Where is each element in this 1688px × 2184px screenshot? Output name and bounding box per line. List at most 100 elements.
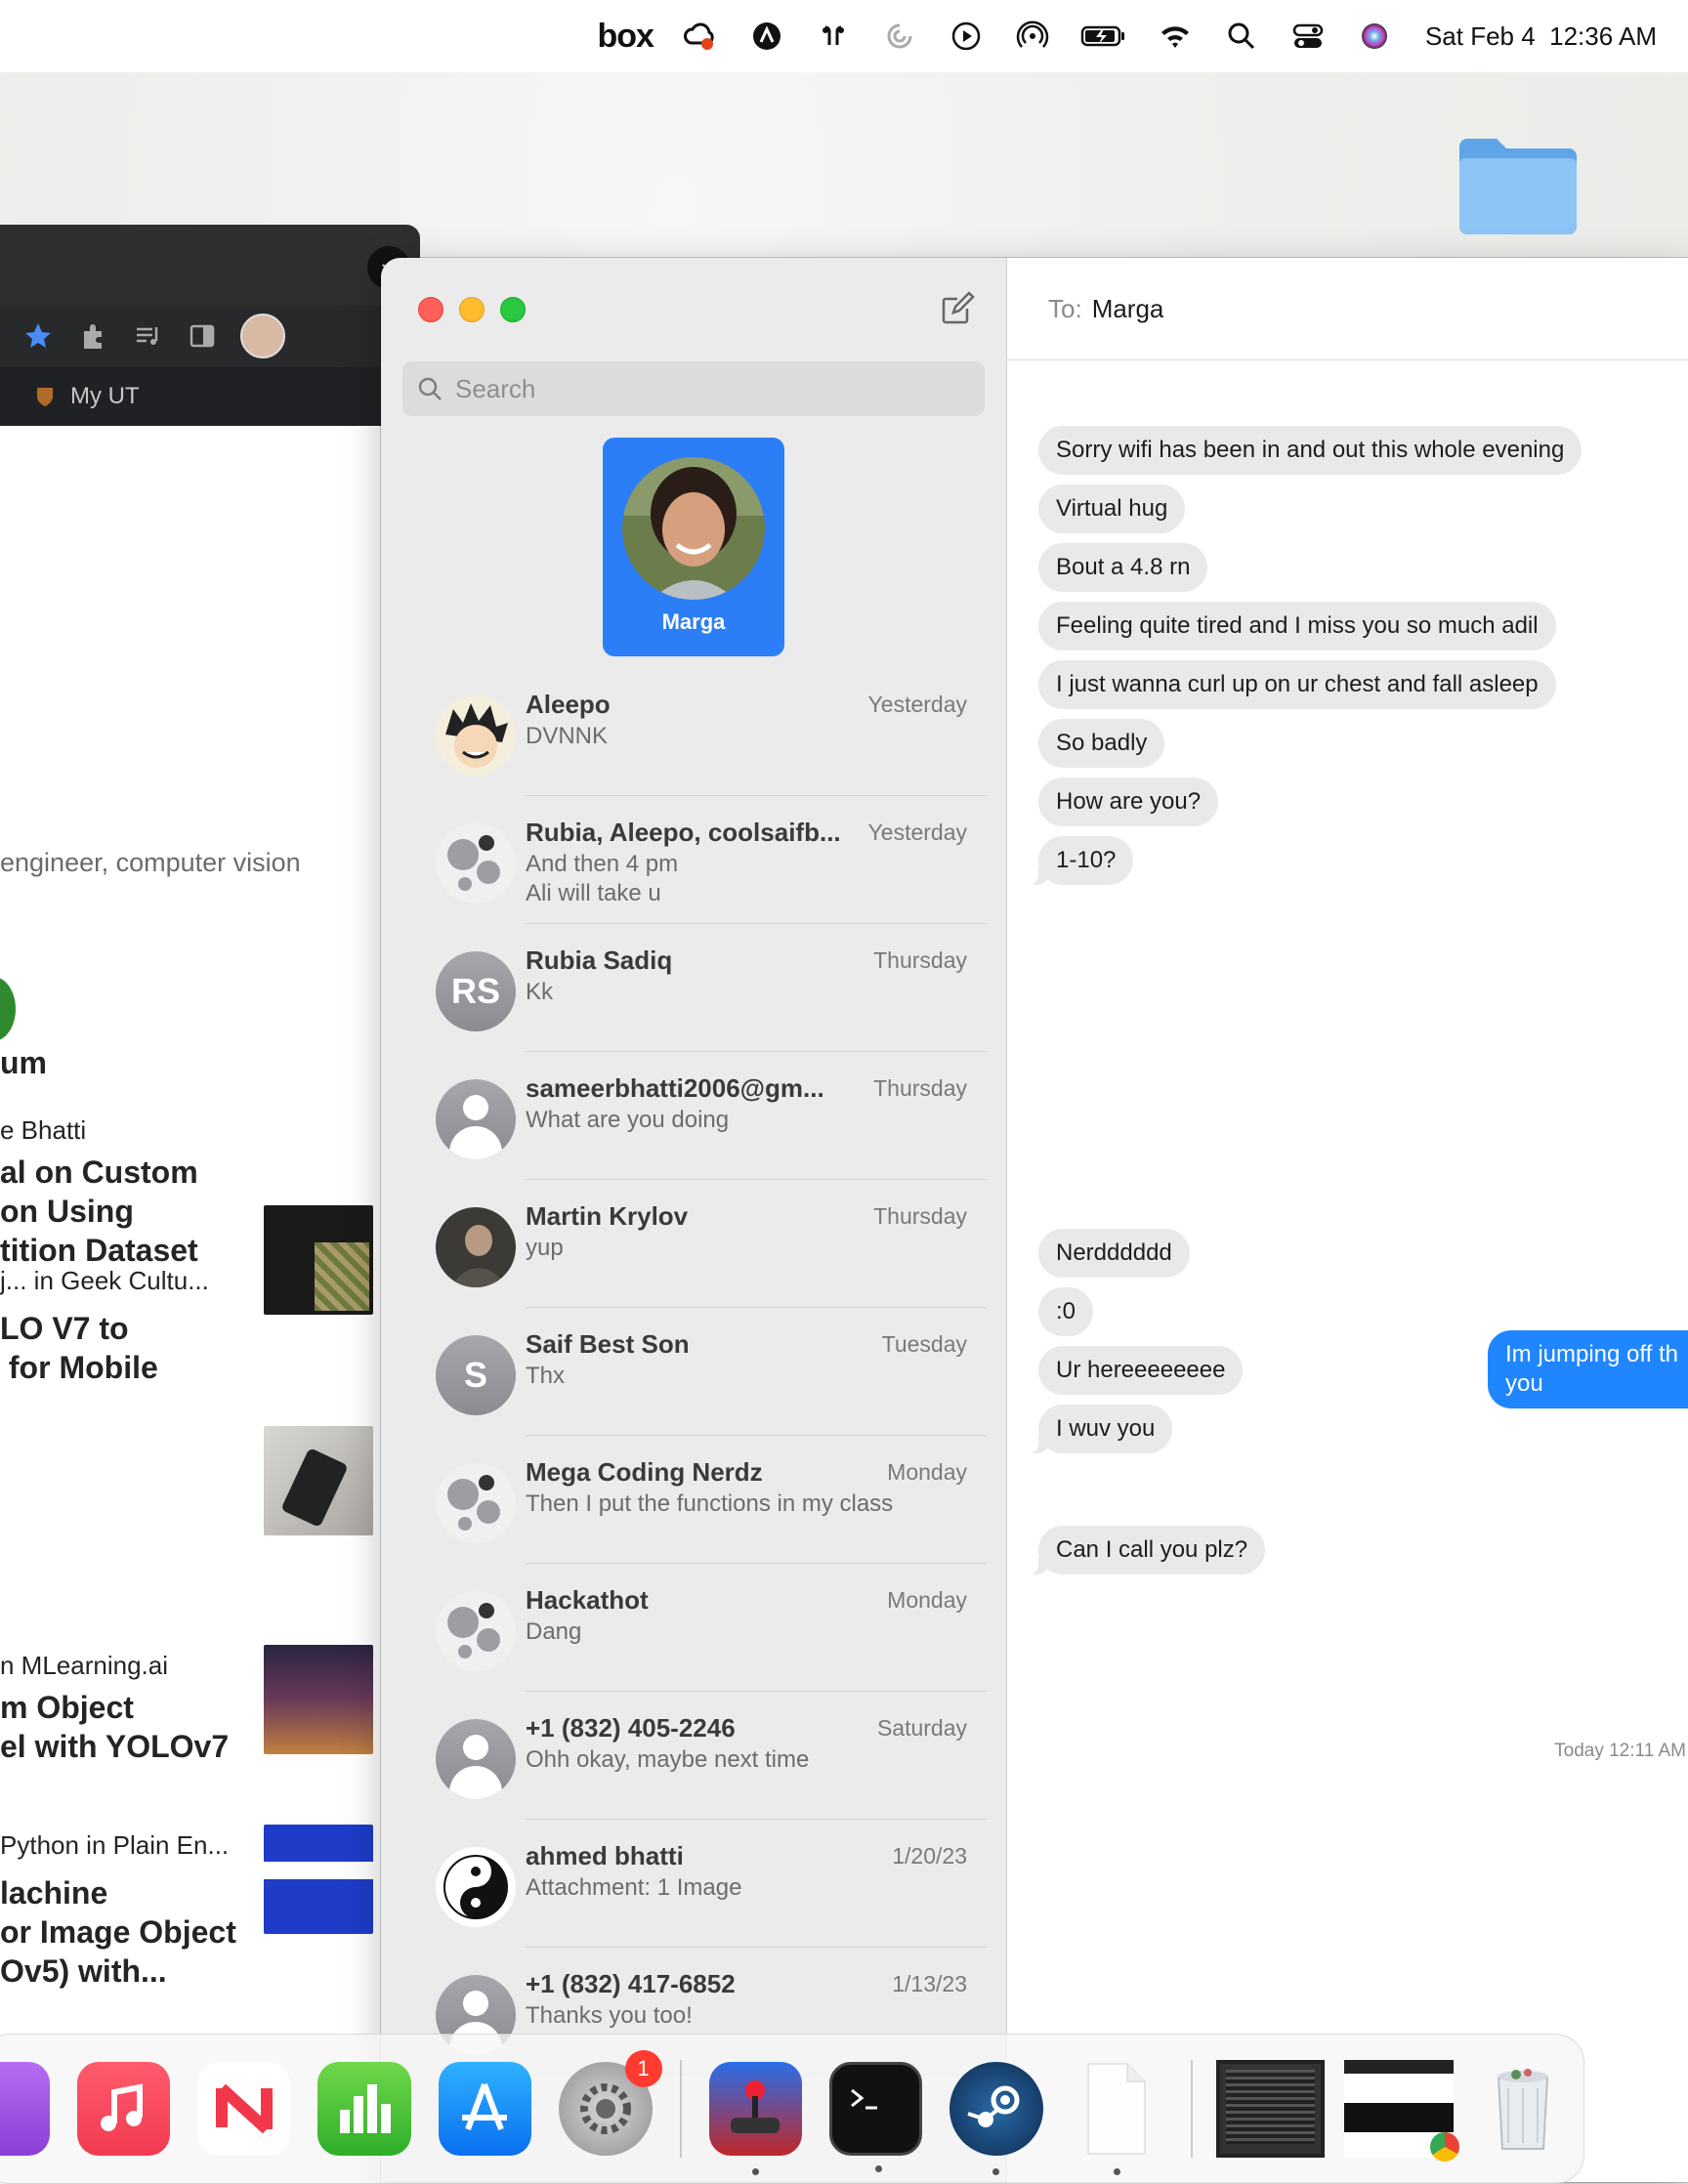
article-title[interactable]: LO V7 to for Mobile <box>0 1309 158 1387</box>
desktop-folder-icon[interactable] <box>1459 135 1577 234</box>
podcasts-app-icon[interactable] <box>0 2062 50 2156</box>
received-message-bubble[interactable]: Can I call you plz? <box>1026 1526 1266 1575</box>
conversation-row[interactable]: +1 (832) 405-2246 Saturday Ohh okay, may… <box>381 1692 1006 1820</box>
airdrop-icon[interactable] <box>1011 15 1054 58</box>
conversation-name: Saif Best Son <box>526 1329 690 1359</box>
conversation-date: Thursday <box>873 1203 967 1229</box>
system-settings-icon[interactable]: 1 <box>559 2050 662 2156</box>
media-controls-icon[interactable] <box>131 319 164 353</box>
received-message-bubble[interactable]: 1-10? <box>1026 836 1134 885</box>
bookmark-my-ut[interactable]: My UT <box>70 383 140 410</box>
control-center-icon[interactable] <box>1287 15 1329 58</box>
received-message-bubble[interactable]: So badly <box>1038 719 1165 768</box>
music-app-icon[interactable] <box>76 2062 171 2156</box>
received-message-bubble[interactable]: Nerdddddd <box>1038 1229 1190 1278</box>
bookmarks-bar: My UT » <box>0 367 420 426</box>
creative-cloud-icon[interactable] <box>679 15 722 58</box>
conversation-preview: Thanks you too! <box>526 2002 693 2029</box>
article-thumbnail[interactable] <box>264 1645 373 1754</box>
conversation-row[interactable]: sameerbhatti2006@gm... Thursday What are… <box>381 1052 1006 1180</box>
article-title[interactable]: al on Custom on Using tition Dataset <box>0 1153 198 1270</box>
side-panel-icon[interactable] <box>186 319 219 353</box>
document-icon[interactable] <box>1071 2062 1163 2175</box>
received-message-bubble[interactable]: :0 <box>1038 1287 1094 1336</box>
airpods-icon[interactable] <box>812 15 855 58</box>
conversation-preview: What are you doing <box>526 1107 730 1133</box>
received-message-bubble[interactable]: Sorry wifi has been in and out this whol… <box>1038 426 1582 475</box>
minimize-button[interactable] <box>459 297 485 322</box>
conversation-name: Martin Krylov <box>526 1201 689 1231</box>
box-menu-extra[interactable]: box <box>598 18 654 56</box>
received-message-bubble[interactable]: Ur hereeeeeeee <box>1038 1346 1244 1395</box>
conversation-avatar <box>436 1719 516 1799</box>
follow-button[interactable] <box>0 977 16 1041</box>
conversation-avatar <box>436 1463 516 1543</box>
siri-icon[interactable] <box>1353 15 1396 58</box>
conversation-row[interactable]: Hackathot Monday Dang <box>381 1564 1006 1692</box>
conversation-row[interactable]: Mega Coding Nerdz Monday Then I put the … <box>381 1436 1006 1564</box>
conversation-row[interactable]: Aleepo Yesterday DVNNK <box>381 668 1006 796</box>
spotlight-search-icon[interactable] <box>1220 15 1263 58</box>
conversation-preview: And then 4 pm Ali will take u <box>526 851 679 906</box>
conversation-date: Yesterday <box>867 692 967 717</box>
profile-subtitle: engineer, computer vision <box>0 848 301 877</box>
article-title[interactable]: lachine or Image Object Ov5) with... <box>0 1873 236 1991</box>
wifi-icon[interactable] <box>1154 15 1197 58</box>
conversation-preview: Thx <box>526 1363 566 1389</box>
article-author[interactable]: Python in Plain En... <box>0 1830 229 1861</box>
minimized-chrome-window-thumbnail[interactable] <box>1344 2060 1459 2162</box>
article-title[interactable]: m Object el with YOLOv7 <box>0 1688 229 1766</box>
profile-avatar[interactable] <box>240 314 285 358</box>
battery-icon[interactable] <box>1077 15 1130 58</box>
news-app-icon[interactable] <box>197 2062 291 2156</box>
pinned-conversation[interactable]: Marga <box>603 438 784 656</box>
article-thumbnail[interactable] <box>264 1426 373 1535</box>
chrome-badge-icon <box>1429 2132 1459 2162</box>
trash-icon[interactable] <box>1477 2062 1570 2156</box>
group-avatar <box>436 1591 516 1671</box>
running-indicator <box>874 2165 882 2172</box>
conversation-date: 1/20/23 <box>892 1843 967 1869</box>
conversation-avatar <box>436 1207 516 1287</box>
menubar-clock[interactable]: Sat Feb 4 12:36 AM <box>1425 21 1657 52</box>
recipient-name[interactable]: Marga <box>1092 294 1164 324</box>
sent-message-bubble[interactable]: Im jumping off th you <box>1488 1330 1688 1408</box>
search-field[interactable] <box>402 361 985 416</box>
compose-icon[interactable] <box>938 289 977 328</box>
close-button[interactable] <box>418 297 443 322</box>
joystick-app-icon[interactable] <box>708 2062 802 2175</box>
zoom-button[interactable] <box>500 297 526 322</box>
minimized-window-thumbnail[interactable] <box>1216 2060 1326 2158</box>
article-thumbnail[interactable] <box>264 1825 373 1934</box>
app-store-icon[interactable] <box>438 2062 532 2156</box>
extensions-icon[interactable] <box>76 319 109 353</box>
vpn-shield-icon[interactable] <box>745 15 788 58</box>
sync-progress-icon[interactable] <box>878 15 921 58</box>
numbers-app-icon[interactable] <box>317 2062 411 2156</box>
conversation-avatar <box>436 1591 516 1671</box>
received-message-bubble[interactable]: Feeling quite tired and I miss you so mu… <box>1038 602 1556 651</box>
conversation-row[interactable]: Rubia, Aleepo, coolsaifb... Yesterday An… <box>381 796 1006 924</box>
conversation-row[interactable]: Martin Krylov Thursday yup <box>381 1180 1006 1308</box>
received-message-bubble[interactable]: Bout a 4.8 rn <box>1038 543 1208 592</box>
conversation-row[interactable]: S Saif Best Son Tuesday Thx <box>381 1308 1006 1436</box>
received-message-bubble[interactable]: Virtual hug <box>1038 484 1186 533</box>
terminal-app-icon[interactable] <box>828 2062 923 2172</box>
conversation-row[interactable]: RS Rubia Sadiq Thursday Kk <box>381 924 1006 1052</box>
recipient-bar[interactable]: To: Marga <box>1007 258 1688 360</box>
article-author[interactable]: n MLearning.ai <box>0 1651 168 1681</box>
search-input[interactable] <box>453 372 965 405</box>
article-author[interactable]: j... in Geek Cultu... <box>0 1266 209 1296</box>
default-person-icon <box>436 1079 516 1159</box>
received-message-bubble[interactable]: I wuv you <box>1026 1405 1173 1453</box>
steam-app-icon[interactable] <box>950 2062 1043 2175</box>
article-thumbnail[interactable] <box>264 1205 373 1315</box>
browser-window: My UT » engineer, computer vision um e B… <box>0 225 420 2182</box>
conversation-row[interactable]: ahmed bhatti 1/20/23 Attachment: 1 Image <box>381 1820 1006 1948</box>
now-playing-icon[interactable] <box>945 15 988 58</box>
running-indicator <box>1113 2168 1120 2175</box>
received-message-bubble[interactable]: I just wanna curl up on ur chest and fal… <box>1038 660 1556 709</box>
article-author[interactable]: e Bhatti <box>0 1115 86 1146</box>
bookmark-star-icon[interactable] <box>21 319 55 353</box>
received-message-bubble[interactable]: How are you? <box>1038 777 1219 826</box>
